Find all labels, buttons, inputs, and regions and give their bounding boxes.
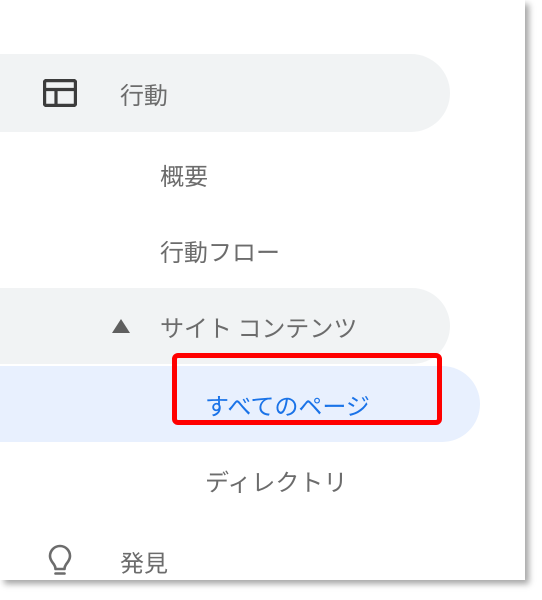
nav-item-label: サイト コンテンツ	[160, 309, 450, 344]
nav-item-behavior-flow[interactable]: 行動フロー	[0, 212, 450, 288]
nav-item-label: 行動フロー	[160, 233, 450, 268]
nav-subitem-all-pages[interactable]: すべてのページ	[0, 366, 480, 442]
lightbulb-icon	[0, 543, 120, 579]
nav-item-label: 概要	[160, 157, 450, 192]
nav-subitem-label: ディレクトリ	[205, 463, 347, 498]
nav-section-label: 行動	[120, 76, 450, 111]
nav-section-label: 発見	[120, 544, 450, 579]
nav-item-overview[interactable]: 概要	[0, 136, 450, 212]
nav-section-behavior[interactable]: 行動	[0, 54, 450, 132]
nav-subitem-label: すべてのページ	[205, 387, 370, 422]
behavior-icon	[0, 79, 120, 107]
caret-up-icon	[0, 319, 160, 333]
nav-section-discover[interactable]: 発見	[0, 522, 450, 600]
nav-subitem-directory[interactable]: ディレクトリ	[0, 442, 480, 518]
navigation-sidebar: 行動 概要 行動フロー サイト コンテンツ すべてのページ ディレクトリ	[0, 0, 525, 580]
nav-item-site-content[interactable]: サイト コンテンツ	[0, 288, 450, 364]
